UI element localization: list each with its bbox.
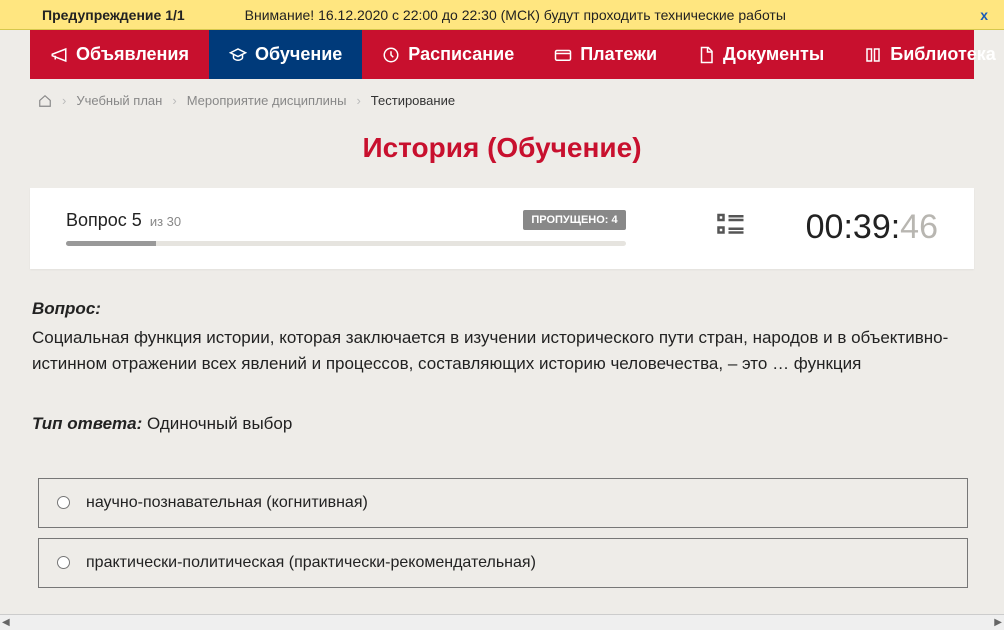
breadcrumb-sep: › bbox=[172, 93, 176, 108]
timer-seconds: 46 bbox=[900, 208, 938, 247]
clock-icon bbox=[382, 46, 400, 64]
question-content: Вопрос: Социальная функция истории, кото… bbox=[0, 299, 1004, 588]
answer-text: практически-политическая (практически-ре… bbox=[86, 554, 536, 572]
answer-option[interactable]: практически-политическая (практически-ре… bbox=[38, 538, 968, 588]
breadcrumb-item-current: Тестирование bbox=[371, 93, 455, 108]
alert-bar: Предупреждение 1/1 Внимание! 16.12.2020 … bbox=[0, 0, 1004, 30]
library-icon bbox=[864, 46, 882, 64]
breadcrumb-sep: › bbox=[356, 93, 360, 108]
nav-label: Документы bbox=[723, 44, 824, 65]
nav-education[interactable]: Обучение bbox=[209, 30, 362, 79]
question-total: из 30 bbox=[150, 214, 181, 229]
megaphone-icon bbox=[50, 46, 68, 64]
question-text: Социальная функция истории, которая закл… bbox=[32, 325, 974, 378]
answers-list: научно-познавательная (когнитивная) прак… bbox=[32, 478, 974, 588]
progress-fill bbox=[66, 241, 156, 246]
nav-label: Расписание bbox=[408, 44, 514, 65]
horizontal-scrollbar[interactable]: ◀ ▶ bbox=[0, 614, 1004, 630]
breadcrumb: › Учебный план › Мероприятие дисциплины … bbox=[0, 79, 1004, 122]
answer-type-value: Одиночный выбор bbox=[147, 414, 292, 433]
nav-label: Объявления bbox=[76, 44, 189, 65]
nav-library[interactable]: Библиотека bbox=[844, 30, 1004, 79]
answer-radio[interactable] bbox=[57, 556, 70, 569]
nav-label: Платежи bbox=[580, 44, 657, 65]
alert-close-button[interactable]: x bbox=[974, 7, 994, 23]
nav-label: Обучение bbox=[255, 44, 342, 65]
scroll-right-arrow[interactable]: ▶ bbox=[994, 617, 1002, 628]
nav-documents[interactable]: Документы bbox=[677, 30, 844, 79]
answer-text: научно-познавательная (когнитивная) bbox=[86, 494, 368, 512]
card-icon bbox=[554, 46, 572, 64]
answer-type-label: Тип ответа: bbox=[32, 414, 142, 433]
progress-section: Вопрос 5 из 30 ПРОПУЩЕНО: 4 bbox=[66, 210, 626, 246]
question-list-button[interactable] bbox=[716, 210, 746, 245]
skipped-badge: ПРОПУЩЕНО: 4 bbox=[523, 210, 625, 230]
status-card: Вопрос 5 из 30 ПРОПУЩЕНО: 4 00:39:46 bbox=[30, 188, 974, 269]
scroll-left-arrow[interactable]: ◀ bbox=[2, 617, 10, 628]
nav-schedule[interactable]: Расписание bbox=[362, 30, 534, 79]
breadcrumb-item[interactable]: Учебный план bbox=[76, 93, 162, 108]
answer-radio[interactable] bbox=[57, 496, 70, 509]
breadcrumb-item[interactable]: Мероприятие дисциплины bbox=[187, 93, 347, 108]
timer-main: 00:39: bbox=[806, 208, 901, 247]
list-icon bbox=[716, 210, 746, 240]
education-icon bbox=[229, 46, 247, 64]
timer: 00:39:46 bbox=[806, 208, 938, 247]
main-nav: Объявления Обучение Расписание Платежи Д… bbox=[30, 30, 974, 79]
answer-option[interactable]: научно-познавательная (когнитивная) bbox=[38, 478, 968, 528]
question-counter: Вопрос 5 из 30 bbox=[66, 210, 181, 231]
progress-bar bbox=[66, 241, 626, 246]
alert-title: Предупреждение 1/1 bbox=[42, 7, 185, 23]
page-title: История (Обучение) bbox=[0, 132, 1004, 164]
question-label: Вопрос: bbox=[32, 299, 974, 319]
home-icon[interactable] bbox=[38, 94, 52, 108]
answer-type: Тип ответа: Одиночный выбор bbox=[32, 414, 974, 434]
question-current: Вопрос 5 bbox=[66, 210, 142, 230]
alert-text: Внимание! 16.12.2020 с 22:00 до 22:30 (М… bbox=[245, 7, 975, 23]
nav-label: Библиотека bbox=[890, 44, 996, 65]
breadcrumb-sep: › bbox=[62, 93, 66, 108]
document-icon bbox=[697, 46, 715, 64]
nav-announcements[interactable]: Объявления bbox=[30, 30, 209, 79]
nav-payments[interactable]: Платежи bbox=[534, 30, 677, 79]
